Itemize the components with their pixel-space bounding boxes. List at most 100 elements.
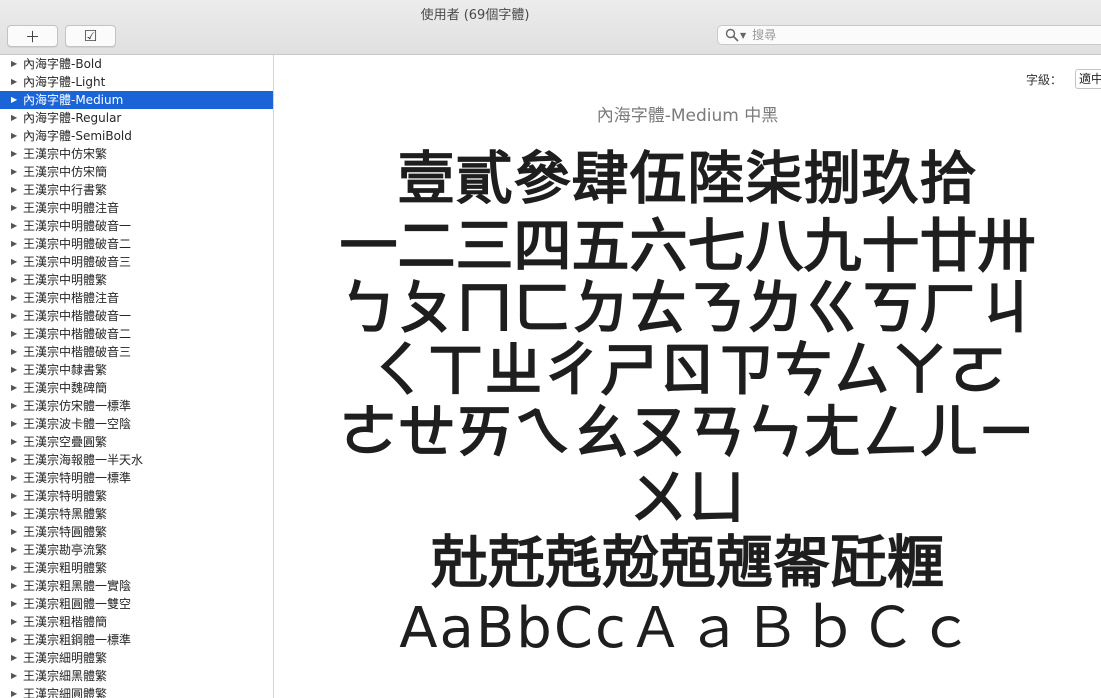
font-list-item[interactable]: ▶ 王漢宗特明體一標準 <box>0 469 273 487</box>
font-list-item-label: 王漢宗中仿宋繁 <box>23 147 108 161</box>
disclosure-triangle-icon[interactable]: ▶ <box>11 343 17 361</box>
font-list-item[interactable]: ▶ 王漢宗仿宋體一標準 <box>0 397 273 415</box>
font-list-item[interactable]: ▶ 王漢宗中明體破音二 <box>0 235 273 253</box>
font-list-item[interactable]: ▶ 內海字體-Bold <box>0 55 273 73</box>
disclosure-triangle-icon[interactable]: ▶ <box>11 379 17 397</box>
font-list-item-label: 王漢宗粗圓體一雙空 <box>23 597 132 611</box>
size-select[interactable]: 適中 <box>1075 69 1101 89</box>
font-list-item-label: 王漢宗細明體繁 <box>23 651 108 665</box>
font-list-item[interactable]: ▶ 內海字體-SemiBold <box>0 127 273 145</box>
disclosure-triangle-icon[interactable]: ▶ <box>11 487 17 505</box>
disclosure-triangle-icon[interactable]: ▶ <box>11 235 17 253</box>
font-list-item[interactable]: ▶ 王漢宗粗圓體一雙空 <box>0 595 273 613</box>
disclosure-triangle-icon[interactable]: ▶ <box>11 613 17 631</box>
font-list-item[interactable]: ▶ 王漢宗粗明體繁 <box>0 559 273 577</box>
font-list-item-label: 王漢宗勘亭流繁 <box>23 543 108 557</box>
search-icon <box>725 28 739 42</box>
font-list-item[interactable]: ▶ 王漢宗粗鋼體一標準 <box>0 631 273 649</box>
font-list-item[interactable]: ▶ 內海字體-Regular <box>0 109 273 127</box>
disclosure-triangle-icon[interactable]: ▶ <box>11 685 17 698</box>
font-list-item[interactable]: ▶ 王漢宗中明體破音三 <box>0 253 273 271</box>
font-list-item[interactable]: ▶ 王漢宗中楷體破音三 <box>0 343 273 361</box>
font-list-item[interactable]: ▶ 王漢宗特圓體繁 <box>0 523 273 541</box>
font-list-item[interactable]: ▶ 王漢宗細黑體繁 <box>0 667 273 685</box>
font-list-item[interactable]: ▶ 王漢宗中楷體注音 <box>0 289 273 307</box>
font-list-item[interactable]: ▶ 王漢宗細明體繁 <box>0 649 273 667</box>
font-list-item[interactable]: ▶ 內海字體-Medium <box>0 91 273 109</box>
disclosure-triangle-icon[interactable]: ▶ <box>11 649 17 667</box>
disclosure-triangle-icon[interactable]: ▶ <box>11 73 17 91</box>
disclosure-triangle-icon[interactable]: ▶ <box>11 271 17 289</box>
disclosure-triangle-icon[interactable]: ▶ <box>11 91 17 109</box>
validate-font-button[interactable]: ☑ <box>65 25 116 47</box>
disclosure-triangle-icon[interactable]: ▶ <box>11 667 17 685</box>
font-list-item[interactable]: ▶ 王漢宗特明體繁 <box>0 487 273 505</box>
font-list-item[interactable]: ▶ 王漢宗中仿宋繁 <box>0 145 273 163</box>
font-list-item-label: 王漢宗中明體破音一 <box>23 219 132 233</box>
disclosure-triangle-icon[interactable]: ▶ <box>11 181 17 199</box>
font-list-item[interactable]: ▶ 王漢宗中魏碑簡 <box>0 379 273 397</box>
font-list-item[interactable]: ▶ 王漢宗中明體注音 <box>0 199 273 217</box>
disclosure-triangle-icon[interactable]: ▶ <box>11 631 17 649</box>
search-field[interactable]: ▼ <box>717 25 1101 45</box>
disclosure-triangle-icon[interactable]: ▶ <box>11 289 17 307</box>
font-list-item[interactable]: ▶ 王漢宗中隸書繁 <box>0 361 273 379</box>
disclosure-triangle-icon[interactable]: ▶ <box>11 559 17 577</box>
add-font-button[interactable]: ＋ <box>7 25 58 47</box>
font-list-item[interactable]: ▶ 王漢宗海報體一半天水 <box>0 451 273 469</box>
font-list-item-label: 王漢宗海報體一半天水 <box>23 453 144 467</box>
disclosure-triangle-icon[interactable]: ▶ <box>11 577 17 595</box>
font-list-item-label: 王漢宗中楷體破音二 <box>23 327 132 341</box>
disclosure-triangle-icon[interactable]: ▶ <box>11 199 17 217</box>
font-list-item-label: 內海字體-Regular <box>23 111 122 125</box>
font-list-item[interactable]: ▶ 王漢宗空疊圓繁 <box>0 433 273 451</box>
disclosure-triangle-icon[interactable]: ▶ <box>11 595 17 613</box>
font-list-item-label: 王漢宗中明體破音三 <box>23 255 132 269</box>
disclosure-triangle-icon[interactable]: ▶ <box>11 415 17 433</box>
disclosure-triangle-icon[interactable]: ▶ <box>11 145 17 163</box>
font-list-item-label: 王漢宗空疊圓繁 <box>23 435 108 449</box>
font-list-item-label: 王漢宗中楷體破音三 <box>23 345 132 359</box>
disclosure-triangle-icon[interactable]: ▶ <box>11 397 17 415</box>
font-list-item[interactable]: ▶ 王漢宗中明體破音一 <box>0 217 273 235</box>
disclosure-triangle-icon[interactable]: ▶ <box>11 127 17 145</box>
font-list-item[interactable]: ▶ 王漢宗細圓體繁 <box>0 685 273 698</box>
font-list-item[interactable]: ▶ 王漢宗勘亭流繁 <box>0 541 273 559</box>
font-list-item-label: 王漢宗粗黑體一實陰 <box>23 579 132 593</box>
plus-icon: ＋ <box>24 27 40 46</box>
font-list-item-label: 王漢宗中楷體破音一 <box>23 309 132 323</box>
font-list[interactable]: ▶ 內海字體-Bold ▶ 內海字體-Light ▶ 內海字體-Medium ▶ 內海字體-R… <box>0 55 274 698</box>
disclosure-triangle-icon[interactable]: ▶ <box>11 253 17 271</box>
disclosure-triangle-icon[interactable]: ▶ <box>11 163 17 181</box>
disclosure-triangle-icon[interactable]: ▶ <box>11 505 17 523</box>
disclosure-triangle-icon[interactable]: ▶ <box>11 451 17 469</box>
font-list-item[interactable]: ▶ 王漢宗特黑體繁 <box>0 505 273 523</box>
disclosure-triangle-icon[interactable]: ▶ <box>11 55 17 73</box>
font-list-item[interactable]: ▶ 內海字體-Light <box>0 73 273 91</box>
font-list-item[interactable]: ▶ 王漢宗中楷體破音一 <box>0 307 273 325</box>
disclosure-triangle-icon[interactable]: ▶ <box>11 217 17 235</box>
disclosure-triangle-icon[interactable]: ▶ <box>11 541 17 559</box>
font-list-item-label: 王漢宗中仿宋簡 <box>23 165 108 179</box>
chevron-down-icon: ▼ <box>740 31 747 40</box>
disclosure-triangle-icon[interactable]: ▶ <box>11 433 17 451</box>
font-list-item[interactable]: ▶ 王漢宗中行書繁 <box>0 181 273 199</box>
font-list-item-label: 王漢宗特圓體繁 <box>23 525 108 539</box>
font-list-item[interactable]: ▶ 王漢宗波卡體一空陰 <box>0 415 273 433</box>
search-input[interactable] <box>750 27 1055 43</box>
font-list-item-label: 內海字體-Bold <box>23 57 102 71</box>
disclosure-triangle-icon[interactable]: ▶ <box>11 307 17 325</box>
disclosure-triangle-icon[interactable]: ▶ <box>11 523 17 541</box>
font-list-item[interactable]: ▶ 王漢宗中明體繁 <box>0 271 273 289</box>
font-list-item[interactable]: ▶ 王漢宗中仿宋簡 <box>0 163 273 181</box>
disclosure-triangle-icon[interactable]: ▶ <box>11 109 17 127</box>
font-list-item[interactable]: ▶ 王漢宗中楷體破音二 <box>0 325 273 343</box>
font-list-item[interactable]: ▶ 王漢宗粗黑體一實陰 <box>0 577 273 595</box>
font-list-item-label: 內海字體-SemiBold <box>23 129 132 143</box>
font-list-item-label: 內海字體-Light <box>23 75 106 89</box>
font-list-item[interactable]: ▶ 王漢宗粗楷體簡 <box>0 613 273 631</box>
font-list-item-label: 王漢宗特明體一標準 <box>23 471 132 485</box>
disclosure-triangle-icon[interactable]: ▶ <box>11 325 17 343</box>
disclosure-triangle-icon[interactable]: ▶ <box>11 469 17 487</box>
disclosure-triangle-icon[interactable]: ▶ <box>11 361 17 379</box>
